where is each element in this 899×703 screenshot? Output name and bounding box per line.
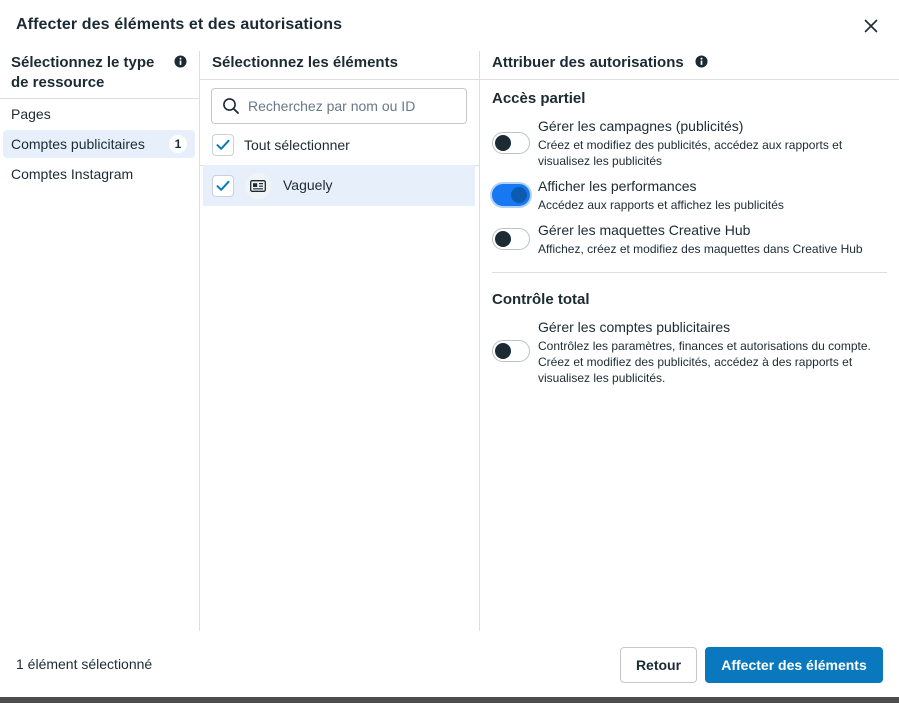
search-icon bbox=[223, 98, 239, 114]
toggle-switch[interactable] bbox=[492, 184, 530, 206]
ad-account-icon bbox=[245, 173, 271, 199]
assign-assets-dialog: Affecter des éléments et des autorisatio… bbox=[0, 0, 899, 697]
permission-view-performance: Afficher les performances Accédez aux ra… bbox=[492, 178, 892, 214]
assign-assets-button[interactable]: Affecter des éléments bbox=[705, 647, 883, 683]
dialog-header: Affecter des éléments et des autorisatio… bbox=[0, 0, 899, 50]
permission-manage-ad-accounts: Gérer les comptes publicitaires Contrôle… bbox=[492, 319, 892, 385]
permission-description: Contrôlez les paramètres, finances et au… bbox=[538, 339, 871, 385]
partial-access-title: Accès partiel bbox=[492, 90, 586, 107]
select-all-checkbox[interactable]: Tout sélectionner bbox=[212, 134, 350, 156]
toggle-switch[interactable] bbox=[492, 228, 530, 250]
resource-type-ad-accounts[interactable]: Comptes publicitaires 1 bbox=[3, 130, 195, 158]
back-button[interactable]: Retour bbox=[620, 647, 697, 683]
permission-title: Gérer les maquettes Creative Hub bbox=[538, 222, 751, 238]
resource-type-instagram[interactable]: Comptes Instagram bbox=[3, 160, 195, 188]
resource-type-pages[interactable]: Pages bbox=[3, 100, 195, 128]
select-all-label: Tout sélectionner bbox=[244, 137, 350, 153]
elements-heading: Sélectionnez les éléments bbox=[212, 54, 398, 71]
permission-creative-hub: Gérer les maquettes Creative Hub Affiche… bbox=[492, 222, 892, 258]
item-name: Vaguely bbox=[283, 177, 333, 193]
permission-description: Accédez aux rapports et affichez les pub… bbox=[538, 198, 784, 212]
item-checkbox[interactable] bbox=[212, 175, 234, 197]
list-item[interactable]: Vaguely bbox=[203, 165, 475, 206]
search-field[interactable] bbox=[211, 88, 467, 124]
selection-status: 1 élément sélectionné bbox=[16, 656, 153, 672]
permission-description: Créez et modifiez des publicités, accéde… bbox=[538, 138, 843, 168]
selected-count-badge: 1 bbox=[169, 135, 187, 153]
dialog-title: Affecter des éléments et des autorisatio… bbox=[16, 16, 343, 33]
checkmark-icon bbox=[216, 180, 230, 191]
divider bbox=[0, 98, 199, 99]
close-icon bbox=[864, 19, 878, 33]
resource-type-label: Comptes Instagram bbox=[11, 166, 134, 182]
permission-title: Gérer les comptes publicitaires bbox=[538, 319, 731, 335]
divider bbox=[480, 79, 899, 80]
permission-manage-campaigns: Gérer les campagnes (publicités) Créez e… bbox=[492, 118, 892, 168]
divider bbox=[200, 79, 479, 80]
resource-type-heading: Sélectionnez le type de ressource bbox=[11, 54, 155, 91]
divider bbox=[492, 272, 887, 273]
search-input[interactable] bbox=[248, 95, 458, 117]
info-icon[interactable] bbox=[695, 55, 708, 68]
checkmark-icon bbox=[216, 139, 230, 150]
resource-type-label: Pages bbox=[11, 106, 51, 122]
column-divider bbox=[199, 51, 200, 631]
permission-title: Gérer les campagnes (publicités) bbox=[538, 118, 744, 134]
full-control-title: Contrôle total bbox=[492, 291, 590, 308]
toggle-switch[interactable] bbox=[492, 340, 530, 362]
permission-description: Affichez, créez et modifiez des maquette… bbox=[538, 242, 863, 256]
resource-type-label: Comptes publicitaires bbox=[11, 136, 145, 152]
close-button[interactable] bbox=[858, 13, 884, 39]
info-icon[interactable] bbox=[174, 55, 187, 68]
column-divider bbox=[479, 51, 480, 631]
toggle-switch[interactable] bbox=[492, 132, 530, 154]
background-strip bbox=[0, 697, 899, 703]
checkbox[interactable] bbox=[212, 134, 234, 156]
permission-title: Afficher les performances bbox=[538, 178, 697, 194]
permissions-heading: Attribuer des autorisations bbox=[492, 54, 684, 71]
